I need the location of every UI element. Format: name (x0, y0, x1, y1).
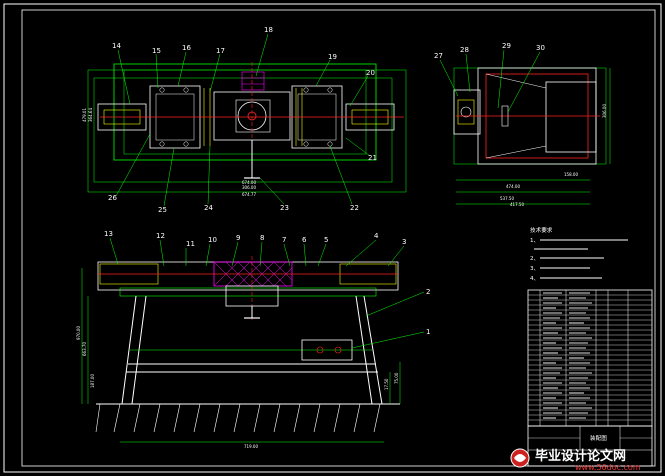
side-dimension: 158.00 (564, 172, 578, 177)
front-dimension: 75.00 (394, 372, 399, 384)
tech-requirements-title: 技术要求 (530, 226, 553, 234)
top-part-number: 19 (328, 53, 337, 61)
front-dimension: 719.00 (244, 444, 258, 449)
top-part-number: 21 (368, 154, 377, 162)
front-dimension: 17.50 (384, 378, 389, 390)
top-dimension: 674.77 (242, 192, 256, 197)
front-part-number: 8 (260, 234, 264, 242)
top-part-number: 23 (280, 204, 289, 212)
top-part-number: 20 (366, 69, 375, 77)
side-part-number: 29 (502, 42, 511, 50)
tech-requirement-item: 4、 (530, 276, 539, 282)
top-part-number: 14 (112, 42, 121, 50)
front-view (81, 237, 425, 443)
side-dimension: 417.50 (510, 202, 524, 207)
tech-requirement-item: 1、 (530, 238, 539, 244)
top-part-number: 17 (216, 47, 225, 55)
top-part-number: 15 (152, 47, 161, 55)
watermark-site-name: 毕业设计论文网 (535, 448, 626, 464)
side-part-number: 30 (536, 44, 545, 52)
side-dimension: 474.00 (506, 184, 520, 189)
front-part-number: 4 (374, 232, 379, 240)
side-view (439, 49, 611, 205)
front-part-number: 13 (104, 230, 113, 238)
tech-requirement-item: 3、 (530, 266, 539, 272)
watermark-logo (510, 448, 530, 468)
front-part-number: 11 (186, 240, 195, 248)
top-part-number: 24 (204, 204, 213, 212)
front-part-number: 3 (402, 238, 406, 246)
side-part-number: 27 (434, 52, 443, 60)
top-dimension: 479.01 (82, 108, 87, 122)
parts-list-entries (543, 292, 592, 419)
front-part-number: 2 (426, 288, 430, 296)
front-dimension: 663.70 (82, 342, 87, 356)
front-part-number: 6 (302, 236, 307, 244)
side-dimension: 537.50 (500, 196, 514, 201)
top-part-number: 22 (350, 204, 359, 212)
top-dimension: 364.64 (88, 108, 93, 122)
top-part-number: 16 (182, 44, 191, 52)
top-part-number: 18 (264, 26, 273, 34)
front-part-number: 10 (208, 236, 217, 244)
top-part-number: 25 (158, 206, 167, 214)
watermark-url: www.56doc.com (575, 463, 641, 472)
front-dimension: 187.00 (90, 374, 95, 388)
front-part-number: 5 (324, 236, 328, 244)
tech-requirement-item: 2、 (530, 256, 539, 262)
front-part-number: 9 (236, 234, 240, 242)
drawing-title: 装配图 (590, 434, 607, 442)
top-part-number: 26 (108, 194, 117, 202)
front-part-number: 7 (282, 236, 286, 244)
side-part-number: 28 (460, 46, 469, 54)
front-part-number: 12 (156, 232, 165, 240)
tech-requirements-text-lines (534, 239, 628, 279)
front-dimension: 970.00 (76, 326, 81, 340)
side-dimension: 306.00 (602, 104, 607, 118)
top-dimension: 306.00 (242, 185, 256, 190)
front-part-number: 1 (426, 328, 430, 336)
